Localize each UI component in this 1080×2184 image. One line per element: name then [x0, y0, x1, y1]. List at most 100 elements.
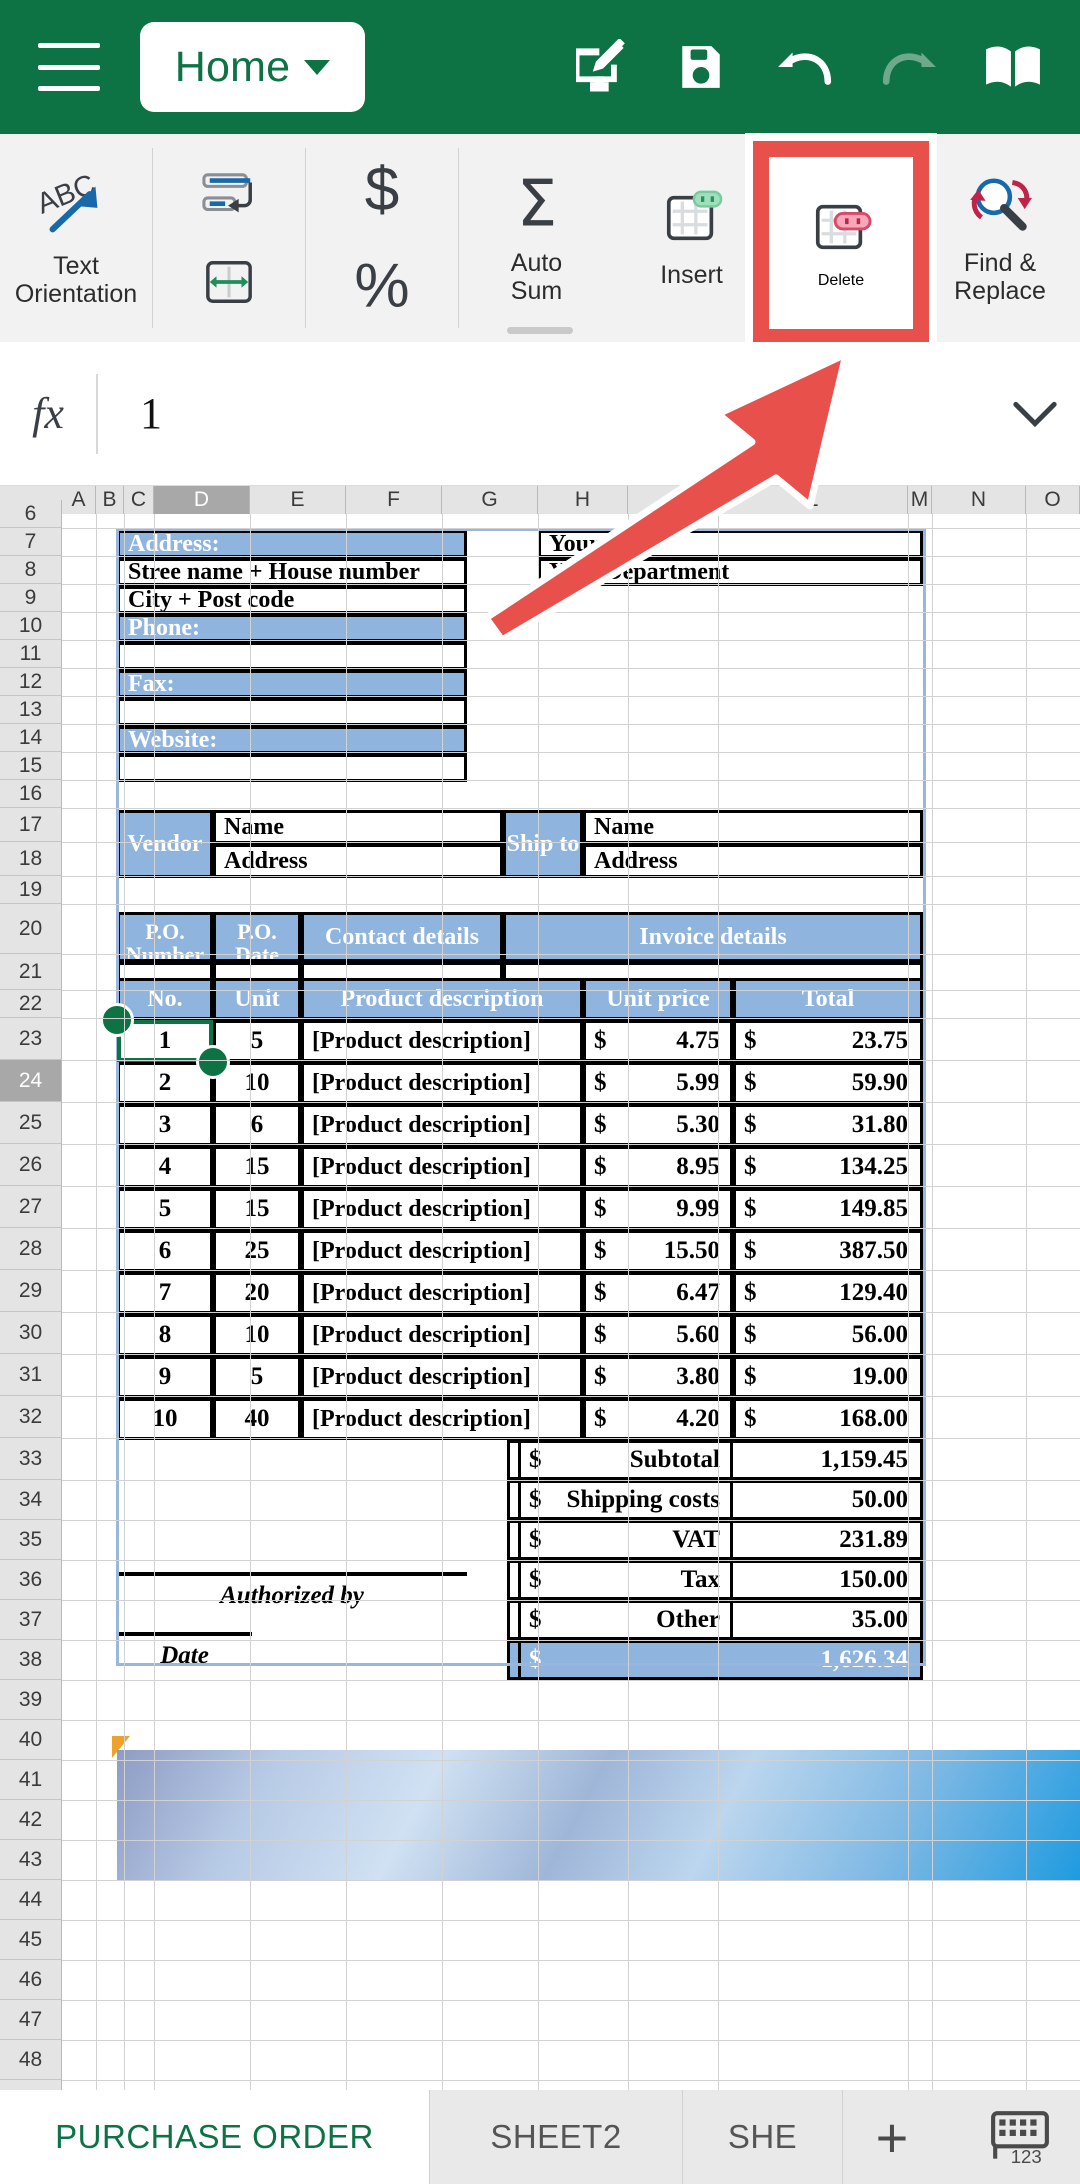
row-header-37[interactable]: 37 [0, 1600, 62, 1640]
percent-icon[interactable]: % [355, 257, 409, 315]
row-header-42[interactable]: 42 [0, 1800, 62, 1840]
row-header-30[interactable]: 30 [0, 1312, 62, 1354]
row-header-8[interactable]: 8 [0, 556, 62, 584]
row-header-20[interactable]: 20 [0, 904, 62, 954]
row-header-10[interactable]: 10 [0, 612, 62, 640]
product-row-price-4[interactable]: $8.95 [583, 1146, 733, 1188]
row-header-15[interactable]: 15 [0, 752, 62, 780]
row-header-47[interactable]: 47 [0, 2000, 62, 2040]
cell-phone-label[interactable]: Phone: [117, 614, 467, 642]
cell-fax-value[interactable] [117, 698, 467, 726]
product-row-price-9[interactable]: $3.80 [583, 1356, 733, 1398]
row-header-13[interactable]: 13 [0, 696, 62, 724]
sky-photo-image[interactable] [117, 1750, 1080, 1880]
row-header-22[interactable]: 22 [0, 990, 62, 1018]
product-row-no-6[interactable]: 6 [117, 1230, 213, 1272]
summary-value-1[interactable]: $50.00 [518, 1480, 923, 1520]
row-header-14[interactable]: 14 [0, 724, 62, 752]
product-row-no-3[interactable]: 3 [117, 1104, 213, 1146]
cell-fax-label[interactable]: Fax: [117, 670, 467, 698]
row-header-21[interactable]: 21 [0, 954, 62, 990]
row-header-31[interactable]: 31 [0, 1354, 62, 1396]
row-header-17[interactable]: 17 [0, 808, 62, 842]
row-header-6[interactable]: 6 [0, 500, 62, 528]
row-header-23[interactable]: 23 [0, 1018, 62, 1060]
cell-website-value[interactable] [117, 754, 467, 782]
cell-street[interactable]: Stree name + House number [117, 558, 467, 586]
column-header-n[interactable]: N [932, 486, 1026, 514]
product-row-unit-3[interactable]: 6 [213, 1104, 301, 1146]
row-header-49[interactable]: 49 [0, 2080, 62, 2090]
product-row-total-5[interactable]: $149.85 [733, 1188, 923, 1230]
undo-icon[interactable] [776, 38, 834, 96]
products-header-1[interactable]: Unit [213, 978, 301, 1020]
hamburger-menu-icon[interactable] [38, 43, 100, 91]
product-row-total-7[interactable]: $129.40 [733, 1272, 923, 1314]
product-row-price-7[interactable]: $6.47 [583, 1272, 733, 1314]
column-header-l[interactable]: L [718, 486, 908, 514]
row-header-36[interactable]: 36 [0, 1560, 62, 1600]
products-header-3[interactable]: Unit price [583, 978, 733, 1020]
ribbon-text-orientation-button[interactable]: ABC Text Orientation [0, 134, 152, 342]
currency-dollar-icon[interactable]: $ [357, 161, 407, 223]
cell-shipto-address[interactable]: Address [583, 844, 923, 878]
cell-vendor-address[interactable]: Address [213, 844, 503, 878]
row-header-24[interactable]: 24 [0, 1060, 62, 1102]
sheet-tab-sheet3[interactable]: SHE [683, 2090, 843, 2184]
product-row-total-10[interactable]: $168.00 [733, 1398, 923, 1440]
row-header-45[interactable]: 45 [0, 1920, 62, 1960]
column-header-i[interactable]: I [628, 486, 718, 514]
sheet-tab-sheet2[interactable]: SHEET2 [430, 2090, 683, 2184]
product-row-price-3[interactable]: $5.30 [583, 1104, 733, 1146]
summary-value-4[interactable]: $35.00 [518, 1600, 923, 1640]
cell-shipto-name[interactable]: Name [583, 810, 923, 844]
row-header-11[interactable]: 11 [0, 640, 62, 668]
product-row-total-8[interactable]: $56.00 [733, 1314, 923, 1356]
product-row-total-3[interactable]: $31.80 [733, 1104, 923, 1146]
products-header-4[interactable]: Total [733, 978, 923, 1020]
row-header-32[interactable]: 32 [0, 1396, 62, 1438]
cell-vendor-name[interactable]: Name [213, 810, 503, 844]
row-header-16[interactable]: 16 [0, 780, 62, 808]
column-header-h[interactable]: H [538, 486, 628, 514]
product-row-unit-8[interactable]: 10 [213, 1314, 301, 1356]
summary-value-2[interactable]: $231.89 [518, 1520, 923, 1560]
column-header-g[interactable]: G [442, 486, 538, 514]
product-row-no-10[interactable]: 10 [117, 1398, 213, 1440]
home-tab-button[interactable]: Home [140, 22, 365, 112]
product-row-no-9[interactable]: 9 [117, 1356, 213, 1398]
column-header-o[interactable]: O [1026, 486, 1080, 514]
product-row-price-10[interactable]: $4.20 [583, 1398, 733, 1440]
cell-address-label[interactable]: Address: [117, 530, 467, 558]
row-header-9[interactable]: 9 [0, 584, 62, 612]
product-row-unit-4[interactable]: 15 [213, 1146, 301, 1188]
product-row-price-1[interactable]: $4.75 [583, 1020, 733, 1062]
row-header-48[interactable]: 48 [0, 2040, 62, 2080]
product-row-unit-10[interactable]: 40 [213, 1398, 301, 1440]
row-header-12[interactable]: 12 [0, 668, 62, 696]
product-row-unit-6[interactable]: 25 [213, 1230, 301, 1272]
ribbon-delete-button[interactable]: Delete [773, 157, 909, 329]
row-header-28[interactable]: 28 [0, 1228, 62, 1270]
row-header-26[interactable]: 26 [0, 1144, 62, 1186]
product-row-unit-7[interactable]: 20 [213, 1272, 301, 1314]
row-header-39[interactable]: 39 [0, 1680, 62, 1720]
fit-column-width-icon[interactable] [201, 257, 257, 307]
row-header-7[interactable]: 7 [0, 528, 62, 556]
summary-value-0[interactable]: $1,159.45 [518, 1440, 923, 1480]
row-header-41[interactable]: 41 [0, 1760, 62, 1800]
ribbon-drag-handle[interactable] [507, 327, 573, 334]
row-header-25[interactable]: 25 [0, 1102, 62, 1144]
edit-screen-icon[interactable] [568, 38, 626, 96]
cell-city[interactable]: City + Post code [117, 586, 467, 614]
product-row-unit-9[interactable]: 5 [213, 1356, 301, 1398]
row-header-43[interactable]: 43 [0, 1840, 62, 1880]
product-row-unit-5[interactable]: 15 [213, 1188, 301, 1230]
column-header-c[interactable]: C [124, 486, 154, 514]
row-header-44[interactable]: 44 [0, 1880, 62, 1920]
row-header-27[interactable]: 27 [0, 1186, 62, 1228]
wrap-text-icon[interactable] [198, 169, 260, 223]
column-header-m[interactable]: M [908, 486, 932, 514]
cell-website-label[interactable]: Website: [117, 726, 467, 754]
row-header-29[interactable]: 29 [0, 1270, 62, 1312]
